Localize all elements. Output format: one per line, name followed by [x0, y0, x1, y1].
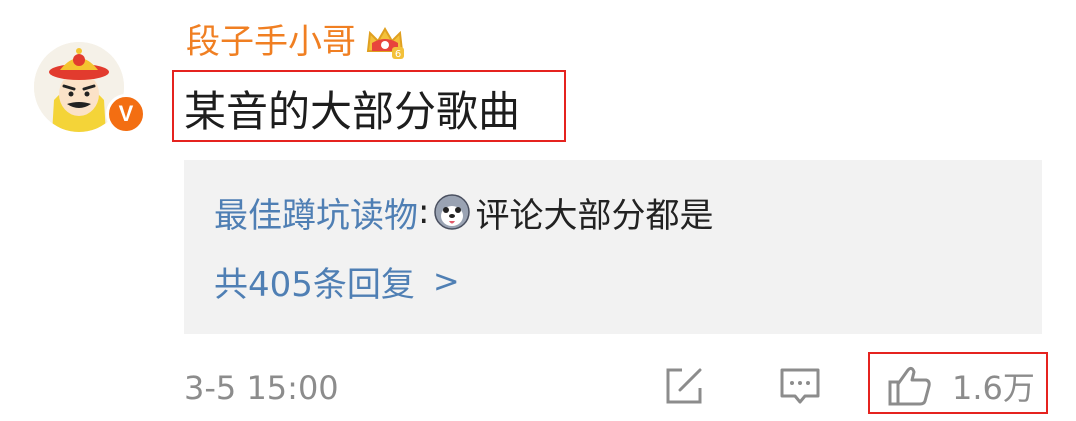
like-count: 1.6万 — [952, 369, 1035, 407]
share-button[interactable] — [662, 364, 706, 408]
user-avatar[interactable]: V — [34, 42, 146, 134]
reply-text: 评论大部分都是 — [475, 195, 714, 236]
reply-preview-panel[interactable]: 最佳蹲坑读物 : 评论大部分都是 共405条回复 > — [184, 160, 1042, 334]
comment-text: 某音的大部分歌曲 — [184, 87, 521, 136]
post-timestamp: 3-5 15:00 — [184, 369, 339, 407]
comment-button[interactable] — [778, 364, 822, 408]
reply-count-label: 共405条回复 — [214, 264, 415, 305]
view-all-replies-link[interactable]: 共405条回复 > — [214, 255, 460, 307]
like-button[interactable]: 1.6万 — [886, 364, 1035, 408]
username-link[interactable]: 段子手小哥 — [186, 18, 356, 66]
thumbs-up-icon — [888, 366, 931, 406]
top-reply: 最佳蹲坑读物 : 评论大部分都是 — [214, 186, 713, 238]
svg-text:6: 6 — [395, 49, 401, 60]
crown-vip-icon[interactable]: 6 — [364, 21, 406, 63]
edit-share-icon — [666, 368, 702, 404]
username-row: 段子手小哥 6 — [186, 18, 406, 66]
reply-separator: : — [418, 192, 430, 232]
verified-badge-icon: V — [106, 94, 146, 134]
dog-emoji-icon — [434, 194, 471, 230]
chevron-right-icon: > — [432, 262, 460, 300]
comment-icon — [780, 368, 820, 404]
reply-author-link[interactable]: 最佳蹲坑读物 — [214, 188, 418, 237]
